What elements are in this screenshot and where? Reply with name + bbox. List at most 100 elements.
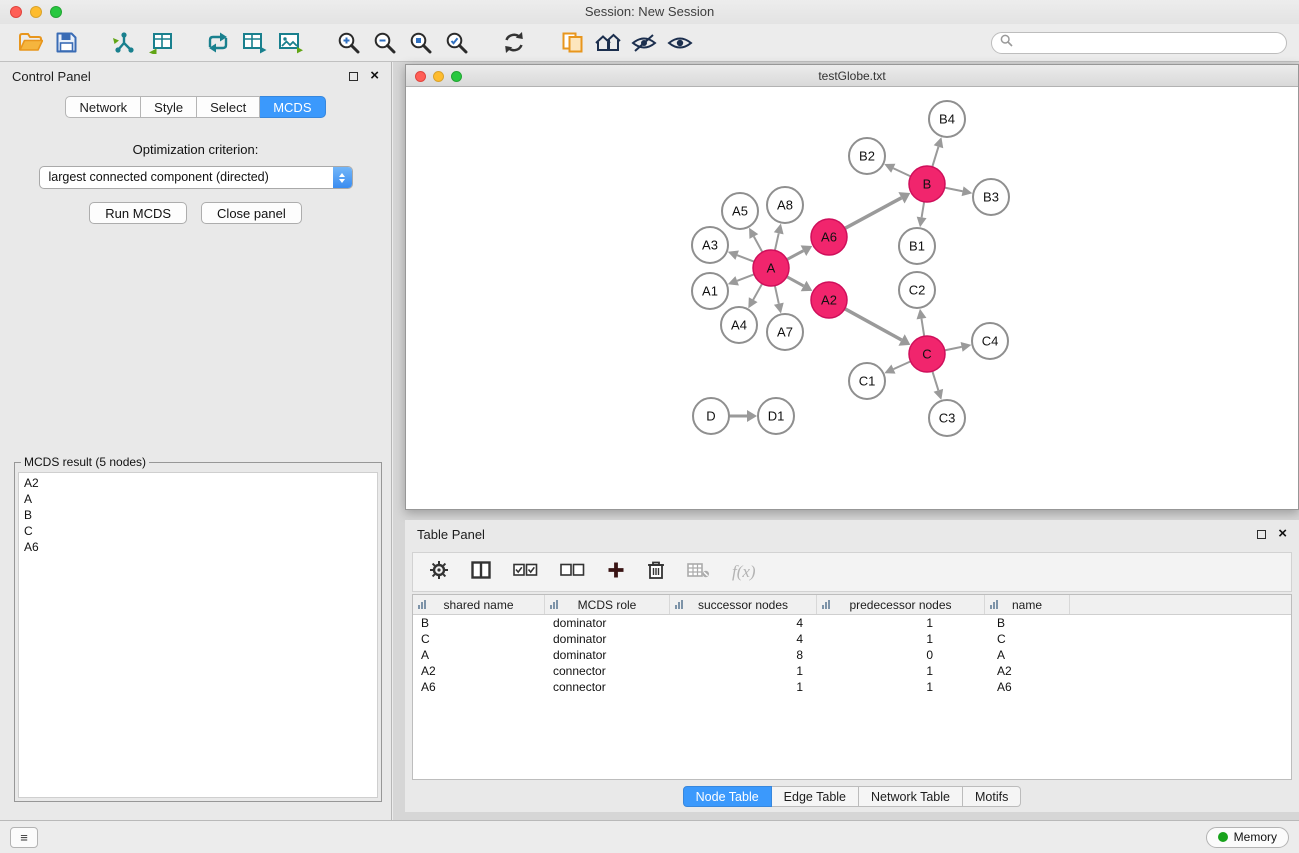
table-cell: connector bbox=[545, 679, 670, 695]
result-item: A6 bbox=[24, 539, 372, 555]
tab-select[interactable]: Select bbox=[197, 96, 260, 118]
zoom-window-button[interactable] bbox=[50, 6, 62, 18]
zoom-in-button[interactable] bbox=[330, 27, 366, 59]
graph-node-C[interactable]: C bbox=[909, 336, 945, 372]
zoom-in-icon bbox=[337, 31, 360, 54]
column-header[interactable]: MCDS role bbox=[545, 595, 670, 614]
close-window-button[interactable] bbox=[10, 6, 22, 18]
open-session-button[interactable] bbox=[12, 27, 48, 59]
export-table-button[interactable] bbox=[236, 27, 272, 59]
graph-node-C1[interactable]: C1 bbox=[849, 363, 885, 399]
graph-node-C2[interactable]: C2 bbox=[899, 272, 935, 308]
graph-node-A7[interactable]: A7 bbox=[767, 314, 803, 350]
column-header[interactable]: predecessor nodes bbox=[817, 595, 985, 614]
graph-node-D1[interactable]: D1 bbox=[758, 398, 794, 434]
table-cell: B bbox=[413, 615, 545, 631]
graph-node-B2[interactable]: B2 bbox=[849, 138, 885, 174]
graph-node-B1[interactable]: B1 bbox=[899, 228, 935, 264]
close-panel-button[interactable]: Close panel bbox=[201, 202, 302, 224]
node-table: shared nameMCDS rolesuccessor nodesprede… bbox=[412, 594, 1292, 780]
add-column-button[interactable] bbox=[607, 561, 625, 584]
table-settings-button[interactable] bbox=[429, 560, 449, 585]
graph-node-A8[interactable]: A8 bbox=[767, 187, 803, 223]
zoom-fit-button[interactable] bbox=[402, 27, 438, 59]
status-bar: ≡ Memory bbox=[0, 820, 1299, 853]
graph-node-B4[interactable]: B4 bbox=[929, 101, 965, 137]
home-button[interactable] bbox=[590, 27, 626, 59]
export-network-button[interactable] bbox=[200, 27, 236, 59]
graph-node-C4[interactable]: C4 bbox=[972, 323, 1008, 359]
float-table-panel-icon[interactable] bbox=[1257, 530, 1266, 539]
import-network-button[interactable] bbox=[106, 27, 142, 59]
column-header[interactable]: successor nodes bbox=[670, 595, 817, 614]
clone-network-button[interactable] bbox=[554, 27, 590, 59]
task-history-button[interactable]: ≡ bbox=[10, 827, 38, 848]
graph-node-A[interactable]: A bbox=[753, 250, 789, 286]
image-export-icon bbox=[278, 32, 303, 54]
close-table-panel-icon[interactable]: × bbox=[1278, 528, 1287, 540]
zoom-selected-button[interactable] bbox=[438, 27, 474, 59]
delete-table-button[interactable] bbox=[687, 562, 710, 583]
tab-edge-table[interactable]: Edge Table bbox=[772, 786, 859, 807]
network-zoom-button[interactable] bbox=[451, 71, 462, 82]
select-all-button[interactable] bbox=[513, 563, 538, 582]
float-panel-icon[interactable] bbox=[349, 72, 358, 81]
graph-node-A6[interactable]: A6 bbox=[811, 219, 847, 255]
network-minimize-button[interactable] bbox=[433, 71, 444, 82]
graph-node-B[interactable]: B bbox=[909, 166, 945, 202]
refresh-button[interactable] bbox=[496, 27, 532, 59]
graph-node-A2[interactable]: A2 bbox=[811, 282, 847, 318]
save-session-button[interactable] bbox=[48, 27, 84, 59]
graph-node-A5[interactable]: A5 bbox=[722, 193, 758, 229]
zoom-out-button[interactable] bbox=[366, 27, 402, 59]
svg-text:A6: A6 bbox=[821, 230, 837, 245]
table-row[interactable]: A2connector11A2 bbox=[413, 663, 1291, 679]
network-close-button[interactable] bbox=[415, 71, 426, 82]
tab-node-table[interactable]: Node Table bbox=[683, 786, 772, 807]
table-tabs: Node Table Edge Table Network Table Moti… bbox=[405, 786, 1299, 807]
network-canvas[interactable]: B4 B2 B B3 A5A8 A6 A3 B1 A A1 A2 C2 A4 A7 C4 C C1 D D1 C3 bbox=[406, 87, 1298, 509]
delete-column-button[interactable] bbox=[647, 560, 665, 585]
table-row[interactable]: Bdominator41B bbox=[413, 615, 1291, 631]
tab-network[interactable]: Network bbox=[65, 96, 141, 118]
show-columns-button[interactable] bbox=[471, 561, 491, 584]
table-header-row: shared nameMCDS rolesuccessor nodesprede… bbox=[413, 595, 1291, 615]
result-item: A bbox=[24, 491, 372, 507]
column-header[interactable]: shared name bbox=[413, 595, 545, 614]
function-builder-button[interactable]: f(x) bbox=[732, 562, 756, 582]
search-box[interactable] bbox=[991, 32, 1287, 54]
export-image-button[interactable] bbox=[272, 27, 308, 59]
optimization-criterion-label: Optimization criterion: bbox=[0, 142, 391, 157]
graph-node-A1[interactable]: A1 bbox=[692, 273, 728, 309]
graph-node-B3[interactable]: B3 bbox=[973, 179, 1009, 215]
criterion-dropdown[interactable]: largest connected component (directed) bbox=[39, 166, 353, 189]
tab-style[interactable]: Style bbox=[141, 96, 197, 118]
trash-icon bbox=[647, 560, 665, 585]
graph-node-C3[interactable]: C3 bbox=[929, 400, 965, 436]
close-panel-icon[interactable]: × bbox=[370, 70, 379, 82]
search-input[interactable] bbox=[1018, 36, 1278, 50]
svg-text:C1: C1 bbox=[859, 374, 876, 389]
graph-node-A3[interactable]: A3 bbox=[692, 227, 728, 263]
graph-node-A4[interactable]: A4 bbox=[721, 307, 757, 343]
zoom-check-icon bbox=[445, 31, 468, 54]
run-mcds-button[interactable]: Run MCDS bbox=[89, 202, 187, 224]
tab-network-table[interactable]: Network Table bbox=[859, 786, 963, 807]
deselect-all-button[interactable] bbox=[560, 563, 585, 582]
mcds-result-list[interactable]: A2ABCA6 bbox=[18, 472, 378, 798]
table-cell: 1 bbox=[817, 679, 985, 695]
table-row[interactable]: Adominator80A bbox=[413, 647, 1291, 663]
tab-motifs[interactable]: Motifs bbox=[963, 786, 1021, 807]
import-table-button[interactable] bbox=[142, 27, 178, 59]
table-row[interactable]: Cdominator41C bbox=[413, 631, 1291, 647]
table-body: Bdominator41BCdominator41CAdominator80AA… bbox=[413, 615, 1291, 695]
graph-node-D[interactable]: D bbox=[693, 398, 729, 434]
minimize-window-button[interactable] bbox=[30, 6, 42, 18]
tab-mcds[interactable]: MCDS bbox=[260, 96, 325, 118]
show-details-button[interactable] bbox=[662, 27, 698, 59]
column-header[interactable]: name bbox=[985, 595, 1070, 614]
memory-button[interactable]: Memory bbox=[1206, 827, 1289, 848]
hide-details-button[interactable] bbox=[626, 27, 662, 59]
network-window-titlebar[interactable]: testGlobe.txt bbox=[406, 65, 1298, 87]
table-row[interactable]: A6connector11A6 bbox=[413, 679, 1291, 695]
